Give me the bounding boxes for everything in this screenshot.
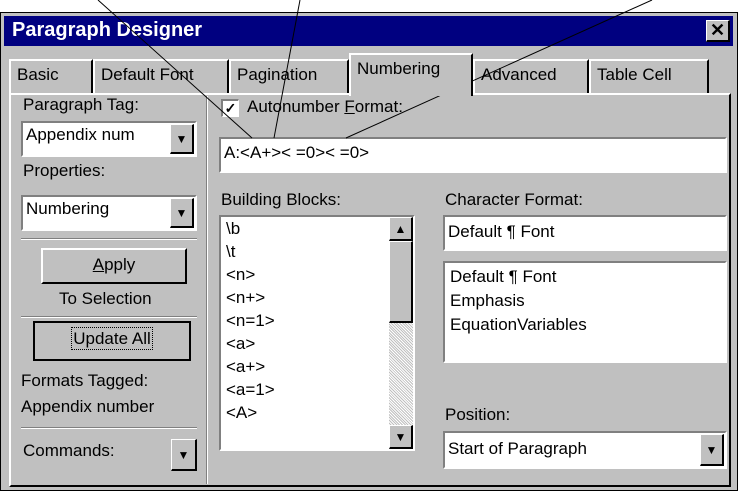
chevron-down-icon: ▼ bbox=[177, 448, 190, 462]
list-item[interactable]: <A> bbox=[226, 403, 257, 423]
update-all-label: Update All bbox=[71, 327, 153, 350]
tab-label: Basic bbox=[17, 65, 59, 84]
character-format-value: Default ¶ Font bbox=[448, 222, 555, 241]
tab-advanced[interactable]: Advanced bbox=[473, 59, 589, 93]
window-title: Paragraph Designer bbox=[12, 19, 203, 41]
list-item[interactable]: Emphasis bbox=[450, 291, 525, 311]
update-all-button[interactable]: Update All bbox=[33, 321, 191, 361]
list-item[interactable]: Default ¶ Font bbox=[450, 267, 556, 287]
list-item[interactable]: <n> bbox=[226, 265, 255, 285]
commands-dropdown-button[interactable]: ▼ bbox=[171, 439, 197, 471]
commands-label: Commands: bbox=[23, 441, 115, 460]
chevron-down-icon[interactable]: ▼ bbox=[170, 198, 194, 228]
scroll-down-icon[interactable]: ▼ bbox=[389, 425, 413, 449]
formats-tagged-label: Formats Tagged: bbox=[21, 371, 149, 390]
divider bbox=[21, 316, 197, 318]
tab-default-font[interactable]: Default Font bbox=[93, 59, 229, 93]
building-blocks-list[interactable]: \b \t <n> <n+> <n=1> <a> <a+> <a=1> <A> … bbox=[219, 215, 415, 451]
autonumber-format-value: A:<A+>< =0>< =0> bbox=[224, 143, 370, 162]
paragraph-tag-value: Appendix num bbox=[26, 125, 135, 144]
chevron-down-icon[interactable]: ▼ bbox=[700, 434, 724, 466]
paragraph-tag-dropdown[interactable]: Appendix num ▼ bbox=[21, 121, 197, 157]
apply-mnemonic: A bbox=[92, 255, 105, 274]
character-format-list[interactable]: Default ¶ Font Emphasis EquationVariable… bbox=[443, 261, 727, 363]
vertical-divider bbox=[206, 96, 208, 484]
tab-label: Advanced bbox=[481, 65, 557, 84]
tab-label: Default Font bbox=[101, 65, 194, 84]
position-label: Position: bbox=[445, 405, 511, 424]
list-item[interactable]: EquationVariables bbox=[450, 315, 587, 335]
close-icon: ✕ bbox=[709, 20, 726, 40]
paragraph-tag-label: Paragraph Tag: bbox=[23, 95, 139, 114]
tab-numbering[interactable]: Numbering bbox=[349, 53, 473, 96]
list-item[interactable]: \t bbox=[226, 242, 235, 262]
list-item[interactable]: <a=1> bbox=[226, 380, 275, 400]
tab-label: Numbering bbox=[357, 59, 441, 78]
properties-dropdown[interactable]: Numbering ▼ bbox=[21, 195, 197, 231]
list-item[interactable]: <a+> bbox=[226, 357, 265, 377]
character-format-label: Character Format: bbox=[445, 190, 583, 209]
chevron-down-icon[interactable]: ▼ bbox=[170, 124, 194, 154]
position-dropdown[interactable]: Start of Paragraph ▼ bbox=[443, 431, 727, 469]
close-button[interactable]: ✕ bbox=[706, 20, 730, 42]
list-item[interactable]: \b bbox=[226, 219, 240, 239]
scroll-up-icon[interactable]: ▲ bbox=[389, 217, 413, 241]
autonumber-format-label: Autonumber Format: bbox=[247, 97, 403, 117]
scrollbar[interactable]: ▲ ▼ bbox=[389, 217, 413, 449]
autonumber-mnemonic: F bbox=[344, 97, 355, 116]
building-blocks-label: Building Blocks: bbox=[221, 190, 342, 209]
tab-label: Table Cell bbox=[597, 65, 672, 84]
formats-tagged-value: Appendix number bbox=[21, 397, 155, 416]
check-icon: ✓ bbox=[224, 100, 237, 116]
autonumber-checkbox[interactable]: ✓ bbox=[221, 99, 239, 117]
list-item[interactable]: <n=1> bbox=[226, 311, 275, 331]
autonumber-label-text: Autonumber bbox=[247, 97, 345, 116]
properties-value: Numbering bbox=[26, 199, 110, 218]
to-selection-label: To Selection bbox=[59, 289, 152, 308]
list-item[interactable]: <n+> bbox=[226, 288, 265, 308]
properties-label: Properties: bbox=[23, 161, 106, 180]
tab-basic[interactable]: Basic bbox=[9, 59, 93, 93]
apply-button[interactable]: Apply bbox=[41, 248, 187, 284]
list-item[interactable]: <a> bbox=[226, 334, 255, 354]
paragraph-designer-window: Paragraph Designer ✕ Basic Default Font … bbox=[0, 12, 738, 491]
autonumber-label-text: ormat: bbox=[354, 97, 403, 116]
position-value: Start of Paragraph bbox=[448, 439, 587, 458]
apply-label: pply bbox=[104, 255, 136, 274]
divider bbox=[21, 427, 197, 429]
title-bar[interactable]: Paragraph Designer ✕ bbox=[4, 16, 733, 46]
tab-label: Pagination bbox=[237, 65, 318, 84]
tab-table-cell[interactable]: Table Cell bbox=[589, 59, 709, 93]
tab-pagination[interactable]: Pagination bbox=[229, 59, 349, 93]
divider bbox=[21, 238, 197, 240]
character-format-input[interactable]: Default ¶ Font bbox=[443, 215, 727, 251]
autonumber-format-input[interactable]: A:<A+>< =0>< =0> bbox=[219, 137, 727, 173]
scroll-thumb[interactable] bbox=[389, 241, 413, 323]
